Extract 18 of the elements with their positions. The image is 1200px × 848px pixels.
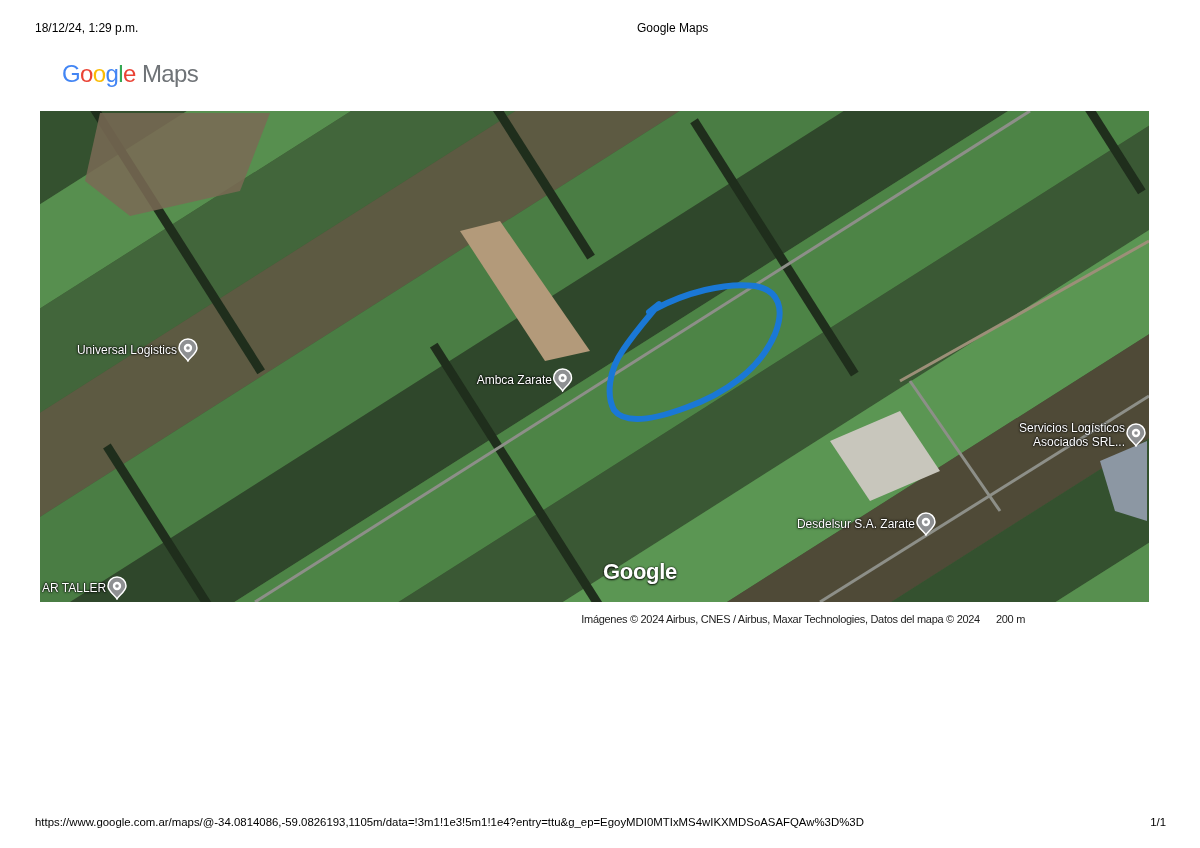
place-pin-icon	[916, 512, 936, 536]
print-title: Google Maps	[637, 21, 709, 35]
place-label: Ambca Zarate	[476, 373, 552, 387]
google-maps-logo: Google Maps	[62, 60, 199, 87]
imagery-credits: Imágenes © 2024 Airbus, CNES / Airbus, Maxar Technologies, Datos del mapa © 2024	[581, 612, 980, 626]
page-url: https://www.google.com.ar/maps/@-34.0814086,-59.0826193,1105m/data=!3m1!1e3!5m1!1e4?entry=ttu&g_ep=EgoyMDI0MTIxMS4wIKXMDSoASAFQAw%3D%3D	[35, 815, 864, 829]
place-label: AR TALLER	[42, 581, 107, 595]
page-number: 1/1	[1150, 815, 1166, 829]
scale-label: 200 m	[995, 612, 1025, 626]
place-pin-icon	[107, 576, 128, 600]
place-label: Universal Logistics	[76, 343, 177, 357]
print-date: 18/12/24, 1:29 p.m.	[35, 21, 140, 35]
place-label: Servicios Logísticos Asociados SRL...	[1017, 421, 1125, 449]
place-pin-icon	[553, 368, 573, 392]
map-google-logo: Google	[603, 559, 677, 585]
place-pin-icon	[178, 338, 198, 362]
place-pin-icon	[1126, 423, 1146, 447]
place-label: Desdelsur S.A. Zarate	[796, 517, 915, 531]
